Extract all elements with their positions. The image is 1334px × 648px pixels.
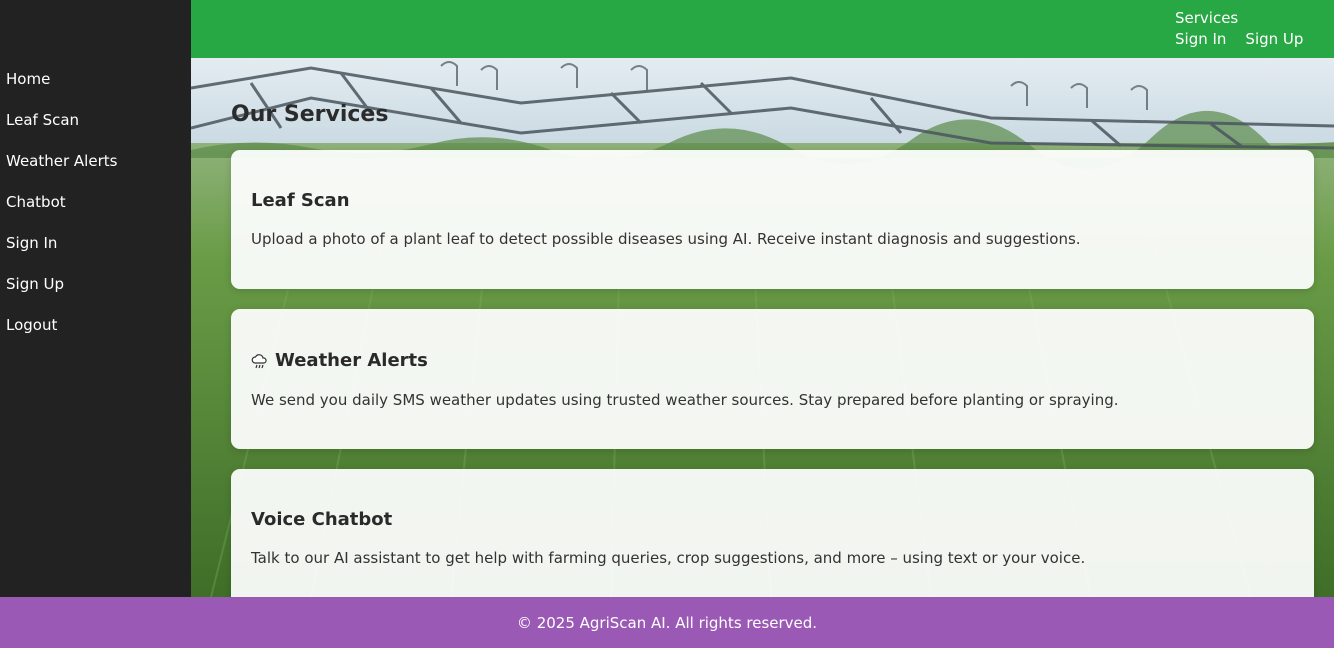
- footer-copyright: © 2025 AgriScan AI. All rights reserved.: [516, 614, 818, 632]
- sidebar-item-chatbot[interactable]: Chatbot: [0, 192, 191, 233]
- service-card-weather-alerts: Weather Alerts We send you daily SMS wea…: [231, 309, 1314, 449]
- card-title: Voice Chatbot: [251, 509, 1294, 530]
- sidebar: Home Leaf Scan Weather Alerts Chatbot Si…: [0, 0, 191, 597]
- nav-sign-in-link[interactable]: Sign In: [1175, 29, 1226, 50]
- top-nav: Services Sign In Sign Up: [1175, 8, 1303, 50]
- sidebar-item-sign-up[interactable]: Sign Up: [0, 274, 191, 315]
- services-section: Our Services Leaf Scan Upload a photo of…: [191, 58, 1334, 597]
- sidebar-item-sign-in[interactable]: Sign In: [0, 233, 191, 274]
- footer: © 2025 AgriScan AI. All rights reserved.: [0, 597, 1334, 648]
- top-bar: Services Sign In Sign Up: [191, 0, 1334, 58]
- card-title-text: Leaf Scan: [251, 190, 350, 211]
- card-title-text: Voice Chatbot: [251, 509, 393, 530]
- nav-services-link[interactable]: Services: [1175, 8, 1238, 29]
- sidebar-item-leaf-scan[interactable]: Leaf Scan: [0, 110, 191, 151]
- sidebar-nav: Home Leaf Scan Weather Alerts Chatbot Si…: [0, 0, 191, 356]
- page-title: Our Services: [231, 102, 389, 127]
- sidebar-item-weather-alerts[interactable]: Weather Alerts: [0, 151, 191, 192]
- service-card-voice-chatbot: Voice Chatbot Talk to our AI assistant t…: [231, 469, 1314, 597]
- service-card-leaf-scan: Leaf Scan Upload a photo of a plant leaf…: [231, 150, 1314, 289]
- weather-cloud-rain-icon: [251, 353, 269, 369]
- card-title: Leaf Scan: [251, 190, 1294, 211]
- sidebar-item-home[interactable]: Home: [0, 69, 191, 110]
- card-description: We send you daily SMS weather updates us…: [251, 391, 1119, 409]
- nav-sign-up-link[interactable]: Sign Up: [1245, 29, 1303, 50]
- sidebar-item-logout[interactable]: Logout: [0, 315, 191, 356]
- card-description: Talk to our AI assistant to get help wit…: [251, 549, 1086, 567]
- card-title: Weather Alerts: [251, 350, 1294, 371]
- card-description: Upload a photo of a plant leaf to detect…: [251, 230, 1081, 248]
- card-title-text: Weather Alerts: [275, 350, 428, 371]
